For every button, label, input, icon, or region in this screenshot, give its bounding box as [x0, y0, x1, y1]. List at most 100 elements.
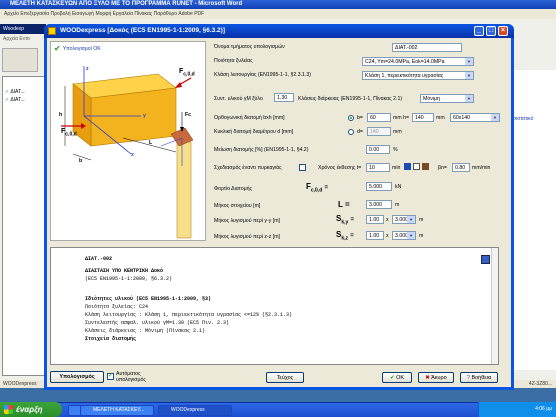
background-app-menu[interactable]: Αρχεία Εντο — [0, 36, 46, 45]
rect-section-radio[interactable] — [348, 115, 354, 121]
ok-label: OK — [396, 375, 405, 381]
d-input[interactable]: 140 — [367, 127, 391, 136]
section-select[interactable]: 60x140 — [450, 113, 500, 122]
auto-calc-checkbox[interactable] — [107, 372, 114, 380]
buckling-y-factor-input[interactable]: 1.00 — [366, 215, 384, 224]
safety-factor-label: Συντ. υλικού γM ξύλο — [214, 96, 263, 102]
start-button[interactable]: έναρξη — [0, 402, 62, 417]
background-right-panel: σιστατικό — [510, 70, 556, 370]
fire-time-input[interactable]: 10 — [366, 163, 390, 172]
cancel-button[interactable]: ✖ Άκυρο — [418, 372, 454, 383]
beta-input[interactable]: 0.80 — [452, 163, 470, 172]
beam-diagram-panel: ✔ Υπολογισμοί ΟΚ z y x h b L Fc,0,d Fc,0… — [50, 41, 206, 241]
clock: 4:06 μμ — [535, 406, 552, 412]
booklet-label: Τεύχος — [276, 375, 294, 381]
word-menu-bar[interactable]: Αρχείο Επεξεργασία Προβολή Εισαγωγή Μορφ… — [0, 9, 556, 19]
minimize-button[interactable]: _ — [474, 26, 484, 36]
load-unit: kN — [395, 184, 402, 190]
axis-x-label: x — [131, 152, 134, 158]
ok-button[interactable]: ✔ OK — [382, 372, 412, 383]
cancel-x-icon: ✖ — [425, 375, 430, 381]
circ-section-radio[interactable] — [348, 129, 354, 135]
duration-select[interactable]: Μόνιμη — [420, 94, 474, 103]
load-label: Φορτίο Διατομής — [214, 186, 252, 192]
fire-design-checkbox[interactable] — [299, 164, 306, 171]
length-unit: m — [395, 202, 400, 208]
load-input[interactable]: 5.000 — [366, 182, 392, 191]
report-line: Κλάση λειτουργίας : Κλάση 1, περιεκτικότ… — [85, 312, 293, 318]
system-tray: 4:06 μμ — [478, 402, 556, 417]
report-line: ΔΙΑΣΤΑΣΗ ΥΠΟ ΚΕΝΤΡΙΚΗ Δοκό — [85, 268, 164, 274]
d-field-label: d= — [357, 129, 363, 135]
length-input[interactable]: 3.000 — [366, 200, 392, 209]
dialog-title: WOODexpress [Δοκός (EC5 EN1995-1-1:2009,… — [60, 27, 225, 34]
b-input[interactable]: 60 — [367, 113, 391, 122]
buckling-z-factor-input[interactable]: 1.00 — [366, 231, 384, 240]
word-window-title: ΜΕΛΕΤΗ ΚΑΤΑΣΚΕΥΩΝ ΑΠΟ ΞΥΛΟ ΜΕ ΤΟ ΠΡΟΓΡΑΜ… — [0, 0, 556, 9]
buckling-z-times: x — [386, 233, 389, 239]
fire-all-sides-icon[interactable] — [413, 163, 420, 170]
service-class-select[interactable]: Κλάση 1, περιεκτικότητα υγρασίας — [362, 71, 474, 80]
close-button[interactable]: × — [498, 26, 508, 36]
background-app-toolbar[interactable] — [2, 48, 38, 72]
background-element-list[interactable]: ✓ ΔΙΑΤ... ✓ ΔΙΑΤ... — [2, 76, 45, 376]
l-label: L — [149, 140, 153, 146]
element-name-input[interactable]: ΔΙΑΤ.-002 — [392, 43, 462, 52]
taskbar-word[interactable]: ΜΕΛΕΤΗ ΚΑΤΑΣΚΕΥ... — [80, 405, 154, 416]
reduction-label: Μείωση διατομής [%] (EN1995-1-1, §4.2) — [214, 147, 309, 153]
beta-label: βn= — [438, 165, 447, 171]
status-text: WOODexpress — [3, 381, 37, 387]
fire-time-label: Χρόνος έκθεσης t= — [318, 165, 362, 171]
wood-quality-select[interactable]: C24, Ym=24.0MPa, Eok=14.0MPa — [362, 57, 474, 66]
report-line: ΔΙΑΤ.-002 — [85, 256, 113, 262]
calculate-button[interactable]: Υπολογισμός — [50, 371, 104, 383]
fire-time-unit: min — [392, 165, 401, 171]
length-symbol: L = — [338, 200, 350, 209]
buckling-z-select[interactable]: 3.000 — [392, 231, 416, 240]
d-unit: mm — [393, 129, 402, 135]
windows-flag-icon — [4, 405, 13, 414]
h-input[interactable]: 140 — [412, 113, 434, 122]
dialog-title-bar[interactable]: WOODexpress [Δοκός (EC5 EN1995-1-1:2009,… — [44, 24, 514, 38]
column-force-label: Fc — [185, 112, 192, 118]
fire-wood-icon[interactable] — [422, 163, 429, 170]
h-field-label: mm h= — [393, 115, 409, 121]
fire-design-label: Σχεδιασμός έναντι πυρκαγιάς — [214, 165, 282, 171]
buckling-y-select[interactable]: 3.000 — [392, 215, 416, 224]
taskbar-woodexpress-label: WOODexpress — [171, 407, 205, 413]
report-preview[interactable]: ΔΙΑΤ.-002 ΔΙΑΣΤΑΣΗ ΥΠΟ ΚΕΝΤΡΙΚΗ Δοκό (EC… — [50, 247, 499, 365]
start-label: έναρξη — [16, 405, 43, 414]
auto-calc-label: Αυτόματος υπολογισμός — [116, 371, 146, 383]
cancel-label: Άκυρο — [431, 375, 447, 381]
right-panel-text: σιστατικό — [513, 116, 534, 122]
element-name-label: Όνομα τμήματος υπολογισμών — [214, 44, 285, 50]
safety-factor-input[interactable]: 1.30 — [274, 93, 294, 102]
taskbar-woodexpress[interactable]: WOODexpress — [158, 405, 232, 416]
list-item[interactable]: ✓ ΔΙΑΤ... — [5, 89, 25, 95]
maximize-button[interactable]: □ — [486, 26, 496, 36]
app-icon — [48, 27, 56, 35]
buckling-z-unit: m — [419, 233, 424, 239]
report-line: Κλάσεις διάρκειας : Μόνιμη (Πίνακας 2.1) — [85, 328, 206, 334]
print-icon[interactable] — [481, 255, 490, 264]
buckling-z-symbol: Sk,z = — [336, 230, 354, 242]
duration-label: Κλάσεις διάρκειας (EN1995-1-1, Πίνακας 2… — [298, 96, 403, 102]
load-symbol: Fc,0,d = — [306, 182, 329, 194]
force-left-label: Fc,0,d — [61, 128, 77, 138]
help-button[interactable]: ? Βοήθεια — [460, 372, 498, 383]
list-item[interactable]: ✓ ΔΙΑΤ... — [5, 97, 25, 103]
ok-check-icon: ✔ — [389, 375, 395, 381]
force-arrowhead-right — [175, 82, 182, 88]
buckling-y-symbol: Sk,y = — [336, 214, 355, 226]
report-line: (EC5 EN1995-1-1:2009, §6.3.2) — [85, 276, 173, 282]
booklet-button[interactable]: Τεύχος — [266, 372, 304, 383]
beam-side-face — [90, 87, 177, 147]
fire-side-icon[interactable] — [404, 163, 411, 170]
wood-quality-label: Ποιότητα ξυλείας — [214, 58, 253, 64]
list-item-label: ΔΙΑΤ... — [10, 97, 25, 103]
background-app-title[interactable]: Woodexp — [0, 24, 46, 34]
taskbar-word-label: ΜΕΛΕΤΗ ΚΑΤΑΣΚΕΥ... — [93, 407, 145, 413]
report-scrollbar[interactable] — [491, 248, 498, 364]
reduction-input[interactable]: 0.00 — [366, 145, 390, 154]
report-line: Συντελεστής ασφαλ. υλικού γM=1.30 (EC5 Π… — [85, 320, 230, 326]
